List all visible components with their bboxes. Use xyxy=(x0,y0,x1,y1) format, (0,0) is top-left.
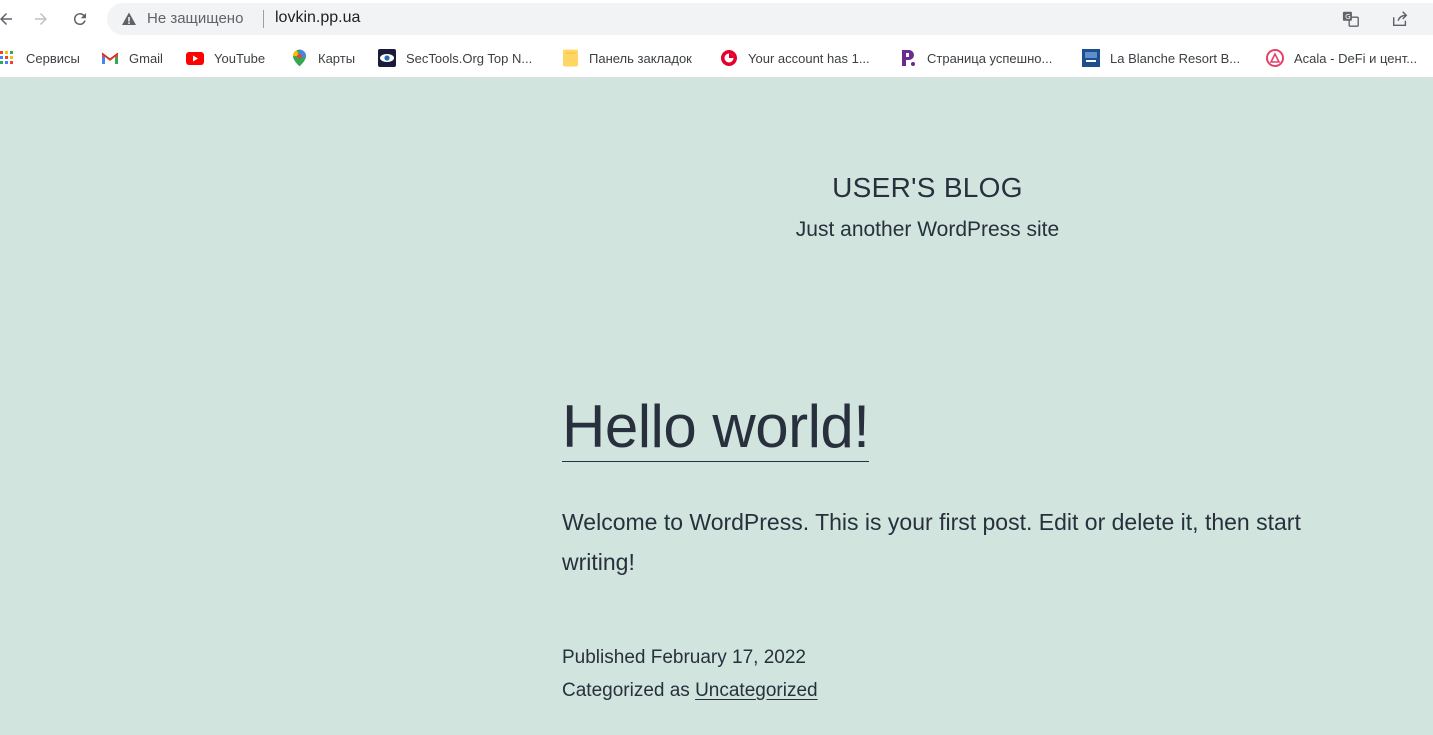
bookmark-folder[interactable]: Панель закладок xyxy=(561,47,692,69)
translate-icon[interactable]: G xyxy=(1341,9,1361,29)
reload-icon[interactable] xyxy=(68,7,92,31)
bookmark-gmail[interactable]: Gmail xyxy=(101,47,163,69)
bookmark-label: YouTube xyxy=(214,50,266,66)
youtube-icon xyxy=(186,49,204,67)
site-title[interactable]: USER'S BLOG xyxy=(0,172,1433,204)
gmail-icon xyxy=(101,49,119,67)
bookmark-label: Панель закладок xyxy=(589,50,692,66)
svg-text:G: G xyxy=(1345,12,1351,21)
purple-p-icon xyxy=(899,49,917,67)
categorized-prefix: Categorized as xyxy=(562,680,696,701)
bookmarks-bar: Сервисы Gmail YouTube Карты SecTools.Org… xyxy=(0,38,1433,78)
category-link[interactable]: Uncategorized xyxy=(695,680,818,701)
back-arrow-icon[interactable] xyxy=(0,7,18,31)
security-status-label[interactable]: Не защищено xyxy=(147,10,243,27)
folder-icon xyxy=(561,49,579,67)
url-text[interactable]: lovkin.pp.ua xyxy=(275,9,360,27)
bookmark-sectools[interactable]: SecTools.Org Top N... xyxy=(378,47,532,69)
bookmark-label: Gmail xyxy=(129,50,163,66)
site-tagline: Just another WordPress site xyxy=(795,218,1060,241)
sectools-eye-icon xyxy=(378,49,396,67)
bookmark-label: La Blanche Resort B... xyxy=(1110,50,1241,66)
apps-grid-icon xyxy=(0,49,16,67)
post-published-date: Published February 17, 2022 xyxy=(562,647,806,668)
forward-arrow-icon[interactable] xyxy=(29,7,53,31)
bookmark-label: Acala - DeFi и цент... xyxy=(1294,50,1418,66)
acala-icon xyxy=(1266,49,1284,67)
warning-triangle-icon xyxy=(122,12,136,25)
bookmark-acala[interactable]: Acala - DeFi и цент... xyxy=(1266,47,1417,69)
bookmark-resort[interactable]: La Blanche Resort B... xyxy=(1082,47,1240,69)
post-categories: Categorized as Uncategorized xyxy=(562,680,818,702)
bookmark-label: Страница успешно... xyxy=(927,50,1053,66)
bookmark-services[interactable]: Сервисы xyxy=(0,47,80,69)
bookmark-label: Карты xyxy=(318,50,356,66)
post-title-link[interactable]: Hello world! xyxy=(562,393,870,462)
address-divider xyxy=(263,10,264,28)
maps-pin-icon xyxy=(290,49,308,67)
bookmark-label: Сервисы xyxy=(26,50,80,66)
share-icon[interactable] xyxy=(1390,9,1410,29)
bookmark-maps[interactable]: Карты xyxy=(290,47,355,69)
bookmark-account[interactable]: Your account has 1... xyxy=(720,47,870,69)
bookmark-label: SecTools.Org Top N... xyxy=(406,50,533,66)
browser-toolbar: Не защищено lovkin.pp.ua G xyxy=(0,0,1433,38)
post-body: Welcome to WordPress. This is your first… xyxy=(562,509,1301,575)
bookmark-youtube[interactable]: YouTube xyxy=(186,47,265,69)
bookmark-success-page[interactable]: Страница успешно... xyxy=(899,47,1052,69)
red-circle-icon xyxy=(720,49,738,67)
address-bar[interactable]: Не защищено lovkin.pp.ua G xyxy=(107,3,1433,35)
resort-icon xyxy=(1082,49,1100,67)
bookmark-label: Your account has 1... xyxy=(748,50,870,66)
